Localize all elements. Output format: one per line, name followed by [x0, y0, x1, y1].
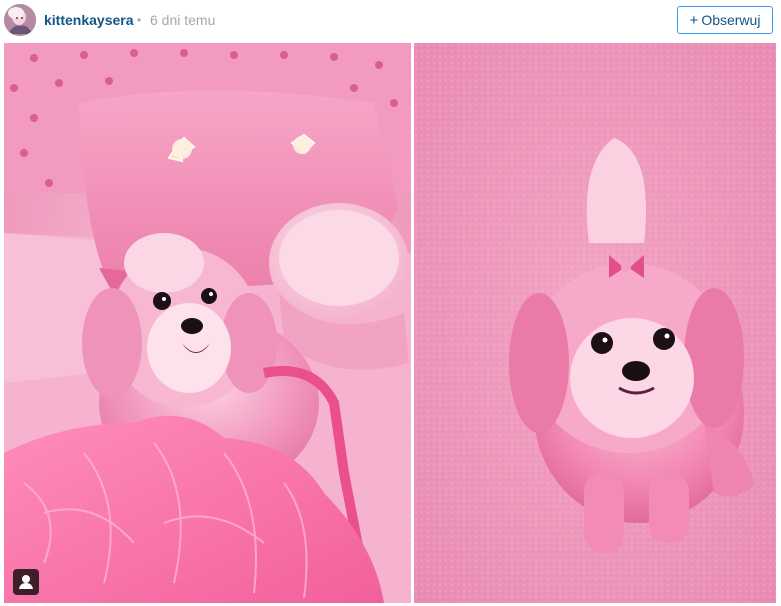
meta-separator: • — [137, 13, 142, 27]
post-header: kittenkaysera • 6 dni temu + Obserwuj — [0, 0, 781, 42]
plus-icon: + — [689, 11, 699, 29]
user-tag-icon — [19, 575, 33, 589]
user-tag-button[interactable] — [13, 569, 39, 595]
follow-button[interactable]: + Obserwuj — [677, 6, 773, 34]
post-media[interactable] — [4, 43, 776, 603]
follow-button-label: Obserwuj — [701, 12, 761, 28]
profile-avatar[interactable] — [4, 4, 36, 36]
instagram-post: kittenkaysera • 6 dni temu + Obserwuj — [0, 0, 781, 606]
pink-dog-on-carpet-image — [414, 43, 776, 603]
photo-right — [414, 43, 776, 603]
username-link[interactable]: kittenkaysera — [44, 12, 134, 28]
avatar-image — [4, 4, 36, 36]
photo-left — [4, 43, 411, 603]
pink-dog-on-bed-image — [4, 43, 411, 603]
post-timestamp[interactable]: 6 dni temu — [150, 12, 215, 28]
